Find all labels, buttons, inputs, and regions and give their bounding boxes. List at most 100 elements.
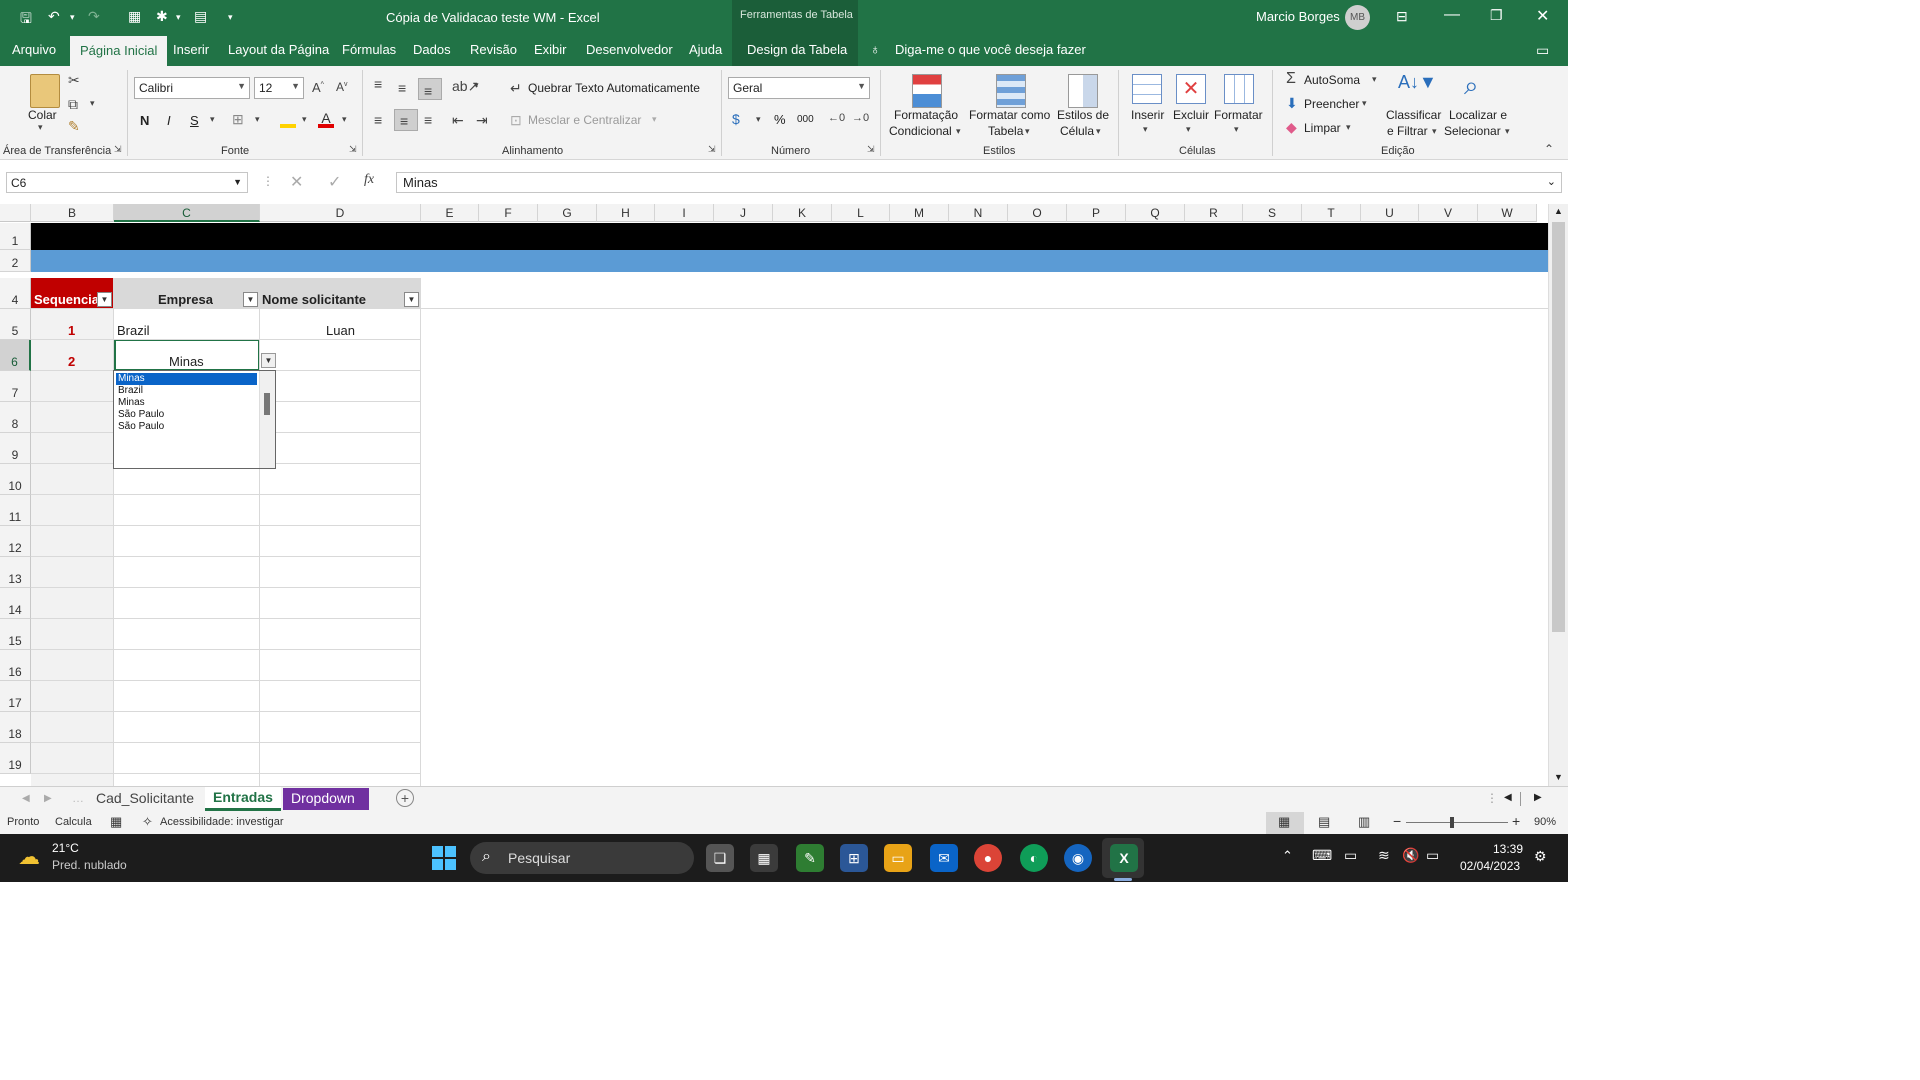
sort-dropdown-icon[interactable]: ▾ (1432, 126, 1437, 137)
bold-button[interactable]: N (140, 113, 149, 128)
autosum-button[interactable]: AutoSoma (1304, 73, 1360, 87)
scroll-down-icon[interactable]: ▼ (1554, 772, 1563, 782)
merge-dropdown-icon[interactable]: ▾ (652, 114, 657, 125)
column-header[interactable]: D (260, 204, 421, 222)
page-break-icon[interactable]: ▥ (1358, 814, 1370, 830)
notepad-icon[interactable]: ✎ (796, 844, 824, 872)
column-header[interactable]: N (949, 204, 1008, 222)
font-size-combo[interactable]: 12 ▼ (254, 77, 304, 99)
column-header[interactable]: C (114, 204, 260, 222)
tray-chevron-icon[interactable]: ⌃ (1282, 848, 1293, 864)
tab-design-tabela[interactable]: Design da Tabela (747, 42, 847, 57)
column-header[interactable]: V (1419, 204, 1478, 222)
nome-cell-row5[interactable]: Luan (326, 323, 355, 338)
tab-inserir[interactable]: Inserir (173, 42, 209, 57)
scroll-thumb[interactable] (1552, 222, 1565, 632)
clock-date[interactable]: 02/04/2023 (1460, 859, 1520, 873)
sort-filter-icon[interactable]: A↓▼ (1398, 72, 1437, 93)
empresa-cell-row5[interactable]: Brazil (117, 323, 150, 338)
increase-font-icon[interactable]: A^ (312, 80, 324, 95)
format-table-label1[interactable]: Formatar como (969, 108, 1050, 122)
worksheet-grid[interactable]: BCDEFGHIJKLMNOPQRSTUVW 1 2 4 5 6 7 8 9 10 11 12 13 1… (0, 204, 1548, 786)
row-header[interactable]: 11 (0, 495, 31, 526)
clock-time[interactable]: 13:39 (1493, 842, 1523, 856)
percent-button[interactable]: % (774, 112, 786, 127)
merge-icon[interactable]: ⊡ (510, 112, 522, 129)
tab-pagina-inicial[interactable]: Página Inicial (70, 36, 168, 66)
taskbar-search[interactable]: ⌕ Pesquisar (470, 842, 694, 874)
autosum-icon[interactable]: Σ (1286, 70, 1296, 88)
qat-dropdown-icon[interactable]: ▾ (176, 12, 181, 23)
wrap-text-icon[interactable]: ↵ (510, 80, 522, 97)
delete-cells-button[interactable]: Excluir (1173, 108, 1209, 122)
increase-indent-icon[interactable]: ⇥ (476, 112, 488, 129)
dropdown-option[interactable]: Minas (116, 397, 257, 409)
sheet-tab-dropdown[interactable]: Dropdown (283, 788, 369, 810)
tell-me-search[interactable]: Diga-me o que você deseja fazer (895, 42, 1086, 57)
cell-styles-label1[interactable]: Estilos de (1057, 108, 1109, 122)
sort-filter-label1[interactable]: Classificar (1386, 108, 1441, 122)
row-header[interactable]: 5 (0, 309, 31, 340)
format-table-dropdown-icon[interactable]: ▾ (1025, 126, 1030, 137)
hscroll-left-icon[interactable]: ◀ (1504, 792, 1512, 803)
alignment-launcher-icon[interactable]: ⇲ (708, 144, 716, 155)
form-icon[interactable]: ▦ (128, 8, 141, 25)
row-header[interactable]: 1 (0, 223, 31, 250)
notification-icon[interactable]: ⚙ (1534, 848, 1547, 865)
filter-sequencia-button[interactable]: ▼ (97, 292, 112, 307)
page-layout-icon[interactable]: ▤ (1318, 814, 1330, 830)
align-top-icon[interactable]: ≡ (374, 76, 382, 92)
tab-desenvolvedor[interactable]: Desenvolvedor (586, 42, 673, 57)
copy-dropdown-icon[interactable]: ▾ (90, 98, 95, 109)
clear-dropdown-icon[interactable]: ▾ (1346, 122, 1351, 133)
paste-button[interactable]: Colar (28, 108, 57, 122)
format-table-icon[interactable] (996, 74, 1026, 108)
row-header[interactable]: 8 (0, 402, 31, 433)
fill-color-icon[interactable] (280, 112, 296, 128)
merge-center-button[interactable]: Mesclar e Centralizar (528, 113, 641, 127)
currency-icon[interactable]: $ (732, 111, 740, 127)
collapse-ribbon-icon[interactable]: ⌃ (1544, 142, 1554, 156)
status-calc[interactable]: Calcula (55, 816, 92, 828)
paste-icon[interactable] (30, 74, 60, 108)
wrap-text-button[interactable]: Quebrar Texto Automaticamente (528, 81, 700, 95)
vpn-icon[interactable]: ◉ (1064, 844, 1092, 872)
hscroll-right-icon[interactable]: ▶ (1534, 792, 1542, 803)
align-middle-icon[interactable]: ≡ (398, 80, 406, 96)
underline-button[interactable]: S (190, 113, 199, 128)
conditional-format-label1[interactable]: Formatação (894, 108, 958, 122)
dropdown-option[interactable]: São Paulo (116, 409, 257, 421)
zoom-out-icon[interactable]: − (1393, 813, 1401, 829)
table-icon[interactable]: ▤ (194, 8, 207, 25)
align-right-icon[interactable]: ≡ (424, 112, 432, 128)
column-header[interactable]: L (832, 204, 890, 222)
lightbulb-icon[interactable]: ✱ (156, 8, 168, 25)
row-header[interactable]: 15 (0, 619, 31, 650)
start-icon[interactable] (432, 846, 456, 870)
column-header[interactable]: Q (1126, 204, 1185, 222)
column-header[interactable]: H (597, 204, 655, 222)
volume-mute-icon[interactable]: 🔇 (1402, 847, 1419, 864)
avatar[interactable]: MB (1345, 5, 1370, 30)
zoom-level[interactable]: 90% (1534, 816, 1556, 828)
format-cells-icon[interactable] (1224, 74, 1254, 104)
zoom-in-icon[interactable]: + (1512, 813, 1520, 829)
conditional-dropdown-icon[interactable]: ▾ (956, 126, 961, 137)
status-accessibility[interactable]: Acessibilidade: investigar (160, 816, 284, 828)
undo-dropdown-icon[interactable]: ▾ (70, 12, 75, 23)
comments-icon[interactable]: ▭ (1536, 42, 1549, 59)
enter-icon[interactable]: ✓ (328, 172, 341, 192)
add-sheet-icon[interactable]: + (396, 789, 414, 807)
fill-button[interactable]: Preencher (1304, 97, 1359, 111)
column-header[interactable]: U (1361, 204, 1419, 222)
column-header[interactable]: K (773, 204, 832, 222)
number-launcher-icon[interactable]: ⇲ (867, 144, 875, 155)
format-dropdown-icon[interactable]: ▾ (1234, 124, 1239, 135)
accessibility-icon[interactable]: ✧ (142, 814, 153, 830)
tab-arquivo[interactable]: Arquivo (12, 42, 56, 57)
thousands-button[interactable]: 000 (797, 114, 814, 125)
clipboard-launcher-icon[interactable]: ⇲ (114, 144, 122, 155)
insert-dropdown-icon[interactable]: ▾ (1143, 124, 1148, 135)
column-header[interactable]: J (714, 204, 773, 222)
empresa-cell-row6[interactable]: Minas (169, 354, 204, 369)
